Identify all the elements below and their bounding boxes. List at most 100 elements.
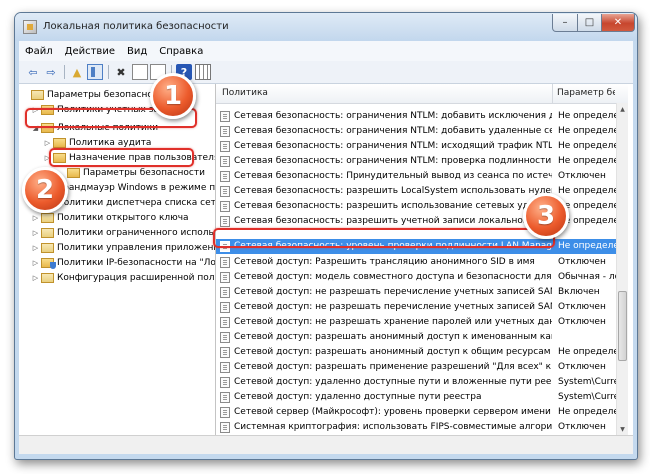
highlight-security-options <box>49 148 194 167</box>
app-icon <box>23 20 37 34</box>
list-item[interactable]: Сетевой доступ: Разрешить трансляцию ано… <box>216 255 616 270</box>
delete-icon[interactable]: ✖ <box>113 64 129 80</box>
back-arrow-icon[interactable]: ⇦ <box>25 64 41 80</box>
column-divider[interactable] <box>552 84 553 103</box>
folder-icon <box>41 213 54 223</box>
list-item[interactable]: Сетевая безопасность: ограничения NTLM: … <box>216 154 616 169</box>
policy-name: Сетевой доступ: не разрешать перечислени… <box>234 287 552 297</box>
policy-setting: Не определено <box>558 186 616 196</box>
policy-name: Сетевой сервер (Майкрософт): уровень про… <box>234 407 552 417</box>
policy-icon <box>220 317 230 328</box>
tree-item-root[interactable]: Параметры безопасности <box>21 88 169 102</box>
list-item[interactable]: Сетевой доступ: удаленно доступные пути … <box>216 390 616 405</box>
expand-arrow-icon[interactable]: ▷ <box>31 271 40 285</box>
highlight-lan-manager-row <box>213 228 555 248</box>
tree-item-label: Политики ограниченного использования про… <box>57 228 215 238</box>
column-header-policy[interactable]: Политика <box>222 88 268 98</box>
step-badge-2: 2 <box>22 167 68 213</box>
maximize-button[interactable]: □ <box>577 14 602 32</box>
policy-icon <box>220 272 230 283</box>
list-item[interactable]: Сетевой доступ: модель совместного досту… <box>216 270 616 285</box>
policy-name: Сетевой доступ: разрешать анонимный дост… <box>234 347 551 357</box>
policy-name: Системная криптография: использовать FIP… <box>234 422 552 432</box>
menu-help[interactable]: Справка <box>153 46 209 57</box>
toolbar-separator <box>64 65 65 79</box>
menu-file[interactable]: Файл <box>19 46 59 57</box>
folder-icon <box>53 138 66 148</box>
scrollbar-thumb[interactable] <box>618 291 627 361</box>
policy-name: Сетевой доступ: не разрешать перечислени… <box>234 302 552 312</box>
list-item[interactable]: Сетевой доступ: разрешать применение раз… <box>216 360 616 375</box>
menu-view[interactable]: Вид <box>121 46 153 57</box>
properties-icon[interactable] <box>132 64 148 80</box>
tree-item-app-control[interactable]: ▷ Политики управления приложениями <box>31 241 215 255</box>
close-button[interactable]: ✕ <box>601 14 635 32</box>
policy-setting: Не определено <box>558 111 616 121</box>
policy-setting: Не определено <box>558 156 616 166</box>
policy-name: Сетевая безопасность: ограничения NTLM: … <box>234 156 552 166</box>
list-header: Политика Параметр безопасности <box>216 84 628 104</box>
tree-item-public-key[interactable]: ▷ Политики открытого ключа <box>31 211 189 225</box>
policy-name: Сетевой доступ: не разрешать хранение па… <box>234 317 552 327</box>
menu-action[interactable]: Действие <box>59 46 121 57</box>
policy-icon <box>220 392 230 403</box>
expand-arrow-icon[interactable]: ▷ <box>31 211 40 225</box>
policy-icon <box>220 111 230 122</box>
list-item[interactable]: Сетевой доступ: разрешать анонимный дост… <box>216 330 616 345</box>
toolbar-separator <box>108 65 109 79</box>
list-item[interactable]: Сетевая безопасность: Принудительный выв… <box>216 169 616 184</box>
title-bar[interactable]: Локальная политика безопасности – □ ✕ <box>15 13 637 41</box>
expand-arrow-icon[interactable]: ▷ <box>31 226 40 240</box>
policy-icon <box>220 302 230 313</box>
list-item[interactable]: Сетевой сервер (Майкрософт): уровень про… <box>216 405 616 420</box>
policy-icon <box>220 186 230 197</box>
list-item[interactable]: Системная криптография: использовать FIP… <box>216 420 616 435</box>
tree-item-advanced-audit[interactable]: ▷ Конфигурация расширенной политики ауди… <box>31 271 215 285</box>
tree-item-label: Политики диспетчера списка сетей <box>57 198 216 208</box>
up-folder-icon[interactable]: ▲ <box>69 64 85 80</box>
column-header-setting[interactable]: Параметр безопасности <box>557 88 615 98</box>
scroll-down-icon[interactable]: ▼ <box>617 423 628 435</box>
list-item[interactable]: Сетевая безопасность: ограничения NTLM: … <box>216 109 616 124</box>
list-item[interactable]: Сетевой доступ: удаленно доступные пути … <box>216 375 616 390</box>
policy-icon <box>220 362 230 373</box>
list-item[interactable]: Сетевая безопасность: ограничения NTLM: … <box>216 124 616 139</box>
tree-item-security-options[interactable]: Параметры безопасности <box>57 166 205 180</box>
minimize-button[interactable]: – <box>552 14 578 32</box>
view-grid-icon[interactable] <box>195 64 211 80</box>
policy-setting: Отключен <box>558 171 606 181</box>
list-item[interactable]: Сетевой доступ: не разрешать перечислени… <box>216 300 616 315</box>
scroll-up-icon[interactable]: ▲ <box>617 103 628 115</box>
policy-setting: Отключен <box>558 317 606 327</box>
policy-setting: System\CurrentControlSet <box>558 377 616 387</box>
policy-setting: Не определено <box>558 241 616 251</box>
show-hide-tree-icon[interactable] <box>87 64 103 80</box>
tree-item-label: Политики открытого ключа <box>57 213 189 223</box>
list-item[interactable]: Сетевой доступ: разрешать анонимный дост… <box>216 345 616 360</box>
content-area: Параметры безопасности ▷ Политики учетны… <box>19 84 633 435</box>
policy-setting: Не определено <box>558 407 616 417</box>
policy-icon <box>220 347 230 358</box>
policy-list-pane: Политика Параметр безопасности Сетевая б… <box>216 84 628 435</box>
policy-icon <box>220 332 230 343</box>
tree-item-software-restriction[interactable]: ▷ Политики ограниченного использования п… <box>31 226 215 240</box>
forward-arrow-icon[interactable]: ⇨ <box>43 64 59 80</box>
folder-icon <box>41 243 54 253</box>
list-item[interactable]: Сетевой доступ: не разрешать перечислени… <box>216 285 616 300</box>
tree-item-ip-security[interactable]: ▷ Политики IP-безопасности на "Локальный… <box>31 256 216 270</box>
tree-item-label: Политики управления приложениями <box>57 243 215 253</box>
expand-arrow-icon[interactable]: ▷ <box>31 241 40 255</box>
tree-pane: Параметры безопасности ▷ Политики учетны… <box>19 84 216 435</box>
list-item[interactable]: Сетевая безопасность: ограничения NTLM: … <box>216 139 616 154</box>
policy-name: Сетевая безопасность: разрешить учетной … <box>234 216 552 226</box>
policy-name: Сетевая безопасность: Принудительный выв… <box>234 171 552 181</box>
policy-name: Сетевой доступ: разрешать применение раз… <box>234 362 552 372</box>
list-item[interactable]: Сетевой доступ: не разрешать хранение па… <box>216 315 616 330</box>
tree-item-label: Политики IP-безопасности на "Локальный к… <box>57 258 216 268</box>
vertical-scrollbar[interactable]: ▲ ▼ <box>616 103 628 435</box>
menu-bar: Файл Действие Вид Справка <box>19 41 633 61</box>
policy-name: Сетевая безопасность: ограничения NTLM: … <box>234 111 552 121</box>
policy-icon <box>220 422 230 433</box>
expand-arrow-icon[interactable]: ▷ <box>31 256 40 270</box>
policy-icon <box>220 141 230 152</box>
